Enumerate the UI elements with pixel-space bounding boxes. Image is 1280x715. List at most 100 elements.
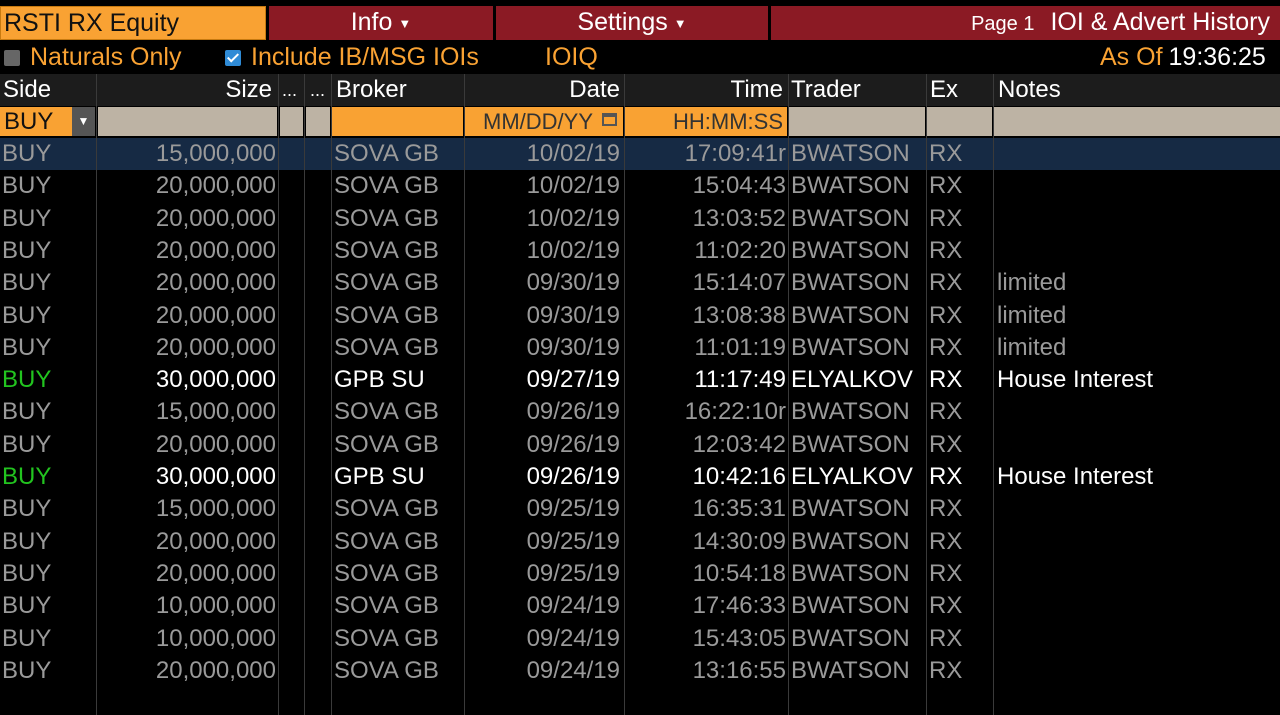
column-header-hidden-1[interactable]: ... [282, 74, 302, 106]
top-toolbar: RSTI RX Equity Info ▼ Settings ▼ Page 1 IOI… [0, 6, 1280, 40]
column-divider [926, 74, 927, 715]
side-filter-dropdown-icon[interactable]: ▼ [72, 107, 95, 136]
page-indicator[interactable]: Page 1 [971, 13, 1034, 35]
naturals-only-checkbox[interactable]: Naturals Only [4, 41, 181, 73]
cell-ex: RX [929, 333, 963, 361]
cell-time: 16:35:31 [692, 495, 786, 523]
time-filter-field[interactable]: HH:MM:SS [625, 107, 787, 136]
table-row[interactable]: BUY 30,000,000 GPB SU 09/27/19 11:17:49 ELYAL… [0, 364, 1280, 396]
cell-time: 13:03:52 [692, 204, 786, 232]
table-row[interactable]: BUY 15,000,000 SOVA GB 09/26/19 16:22:10r BWA… [0, 396, 1280, 428]
column-header-broker[interactable]: Broker [336, 74, 456, 106]
table-row[interactable]: BUY 20,000,000 SOVA GB 09/26/19 12:03:42 BWAT… [0, 429, 1280, 461]
notes-filter-field[interactable] [994, 107, 1280, 136]
cell-size: 20,000,000 [155, 527, 276, 555]
checked-box-icon [225, 50, 241, 66]
column-header-side[interactable]: Side [3, 74, 93, 106]
column-divider [993, 74, 994, 715]
cell-trader: BWATSON [791, 236, 910, 264]
table-row[interactable]: BUY 30,000,000 GPB SU 09/26/19 10:42:16 ELYAL… [0, 461, 1280, 493]
table-row[interactable]: BUY 15,000,000 SOVA GB 09/25/19 16:35:31 BWAT… [0, 493, 1280, 525]
cell-notes: House Interest [997, 463, 1154, 490]
table-row[interactable]: BUY 20,000,000 SOVA GB 10/02/19 11:02:20 BWAT… [0, 235, 1280, 267]
cell-ex: RX [929, 301, 963, 329]
info-menu[interactable]: Info ▼ [269, 6, 493, 40]
size-filter-field[interactable] [98, 107, 277, 136]
table-row[interactable]: BUY 20,000,000 SOVA GB 09/30/19 13:08:38 BWAT… [0, 300, 1280, 332]
cell-trader: BWATSON [791, 624, 910, 652]
hidden-1-filter-field[interactable] [280, 107, 303, 136]
cell-side: BUY [2, 236, 52, 264]
caret-down-icon: ▼ [398, 15, 412, 31]
cell-side: BUY [2, 398, 52, 426]
table-row[interactable]: BUY 20,000,000 SOVA GB 09/25/19 14:30:09 BWAT… [0, 526, 1280, 558]
broker-filter-field[interactable] [332, 107, 463, 136]
table-row[interactable]: BUY 20,000,000 SOVA GB 10/02/19 15:04:43 BWAT… [0, 170, 1280, 202]
cell-date: 09/26/19 [526, 463, 620, 490]
table-row[interactable]: BUY 15,000,000 SOVA GB 10/02/19 17:09:41r BWA… [0, 138, 1280, 170]
cell-date: 09/25/19 [526, 495, 620, 523]
table-row[interactable]: BUY 10,000,000 SOVA GB 09/24/19 15:43:05 BWAT… [0, 623, 1280, 655]
cell-ex: RX [929, 366, 963, 394]
cell-trader: BWATSON [791, 301, 910, 329]
cell-trader: BWATSON [791, 656, 910, 684]
calendar-icon[interactable] [602, 113, 617, 126]
table-row[interactable]: BUY 20,000,000 SOVA GB 09/30/19 11:01:19 BWAT… [0, 332, 1280, 364]
unchecked-box-icon [4, 50, 20, 66]
column-header-date[interactable]: Date [466, 74, 620, 106]
column-header-hidden-2[interactable]: ... [310, 74, 330, 106]
filter-row: BUY ▼ MM/DD/YY HH:MM:SS [0, 106, 1280, 136]
cell-trader: ELYALKOV [791, 366, 913, 394]
cell-broker: SOVA GB [334, 656, 439, 684]
cell-time: 15:04:43 [692, 172, 786, 200]
hidden-2-filter-field[interactable] [306, 107, 330, 136]
cell-ex: RX [929, 592, 963, 620]
cell-date: 10/02/19 [526, 204, 620, 232]
cell-ex: RX [929, 398, 963, 426]
table-row[interactable]: BUY 10,000,000 SOVA GB 09/24/19 17:46:33 BWAT… [0, 590, 1280, 622]
cell-time: 10:42:16 [692, 463, 786, 490]
cell-ex: RX [929, 140, 963, 167]
table-row[interactable]: BUY 20,000,000 SOVA GB 09/30/19 15:14:07 BWAT… [0, 267, 1280, 299]
ticker-field[interactable]: RSTI RX Equity [0, 6, 266, 40]
column-header-time[interactable]: Time [626, 74, 783, 106]
side-filter-select[interactable]: BUY [0, 107, 72, 136]
include-ib-msg-checkbox[interactable]: Include IB/MSG IOIs [225, 41, 479, 73]
column-header-notes[interactable]: Notes [998, 74, 1268, 106]
table-row[interactable]: BUY 20,000,000 SOVA GB 10/02/19 13:03:52 BWAT… [0, 203, 1280, 235]
trader-filter-field[interactable] [789, 107, 925, 136]
caret-down-icon: ▼ [673, 15, 687, 31]
cell-notes [997, 396, 1277, 428]
cell-ex: RX [929, 430, 963, 458]
cell-notes [997, 526, 1277, 558]
date-filter-field[interactable]: MM/DD/YY [465, 107, 623, 136]
cell-time: 11:02:20 [694, 236, 786, 264]
column-header-ex[interactable]: Ex [930, 74, 990, 106]
cell-date: 09/26/19 [526, 430, 620, 458]
as-of-time[interactable]: 19:36:25 [1169, 43, 1266, 71]
cell-broker: SOVA GB [334, 430, 439, 458]
ioiq-link[interactable]: IOIQ [545, 41, 598, 73]
cell-size: 15,000,000 [155, 495, 276, 523]
cell-side: BUY [2, 592, 52, 620]
cell-time: 15:43:05 [692, 624, 786, 652]
cell-ex: RX [929, 495, 963, 523]
as-of-label: As Of [1100, 43, 1163, 71]
table-row[interactable]: BUY 20,000,000 SOVA GB 09/25/19 10:54:18 BWAT… [0, 558, 1280, 590]
column-header-size[interactable]: Size [98, 74, 272, 106]
table-row[interactable]: BUY 20,000,000 SOVA GB 09/24/19 13:16:55 BWAT… [0, 655, 1280, 687]
column-header-trader[interactable]: Trader [791, 74, 921, 106]
cell-date: 09/25/19 [526, 527, 620, 555]
ex-filter-field[interactable] [927, 107, 992, 136]
cell-notes [997, 558, 1277, 590]
cell-trader: ELYALKOV [791, 463, 913, 490]
cell-trader: BWATSON [791, 495, 910, 523]
cell-trader: BWATSON [791, 559, 910, 587]
column-divider [331, 74, 332, 715]
cell-broker: SOVA GB [334, 172, 439, 200]
cell-size: 20,000,000 [155, 301, 276, 329]
settings-menu[interactable]: Settings ▼ [496, 6, 768, 40]
cell-side: BUY [2, 624, 52, 652]
cell-date: 10/02/19 [526, 140, 620, 167]
cell-ex: RX [929, 559, 963, 587]
